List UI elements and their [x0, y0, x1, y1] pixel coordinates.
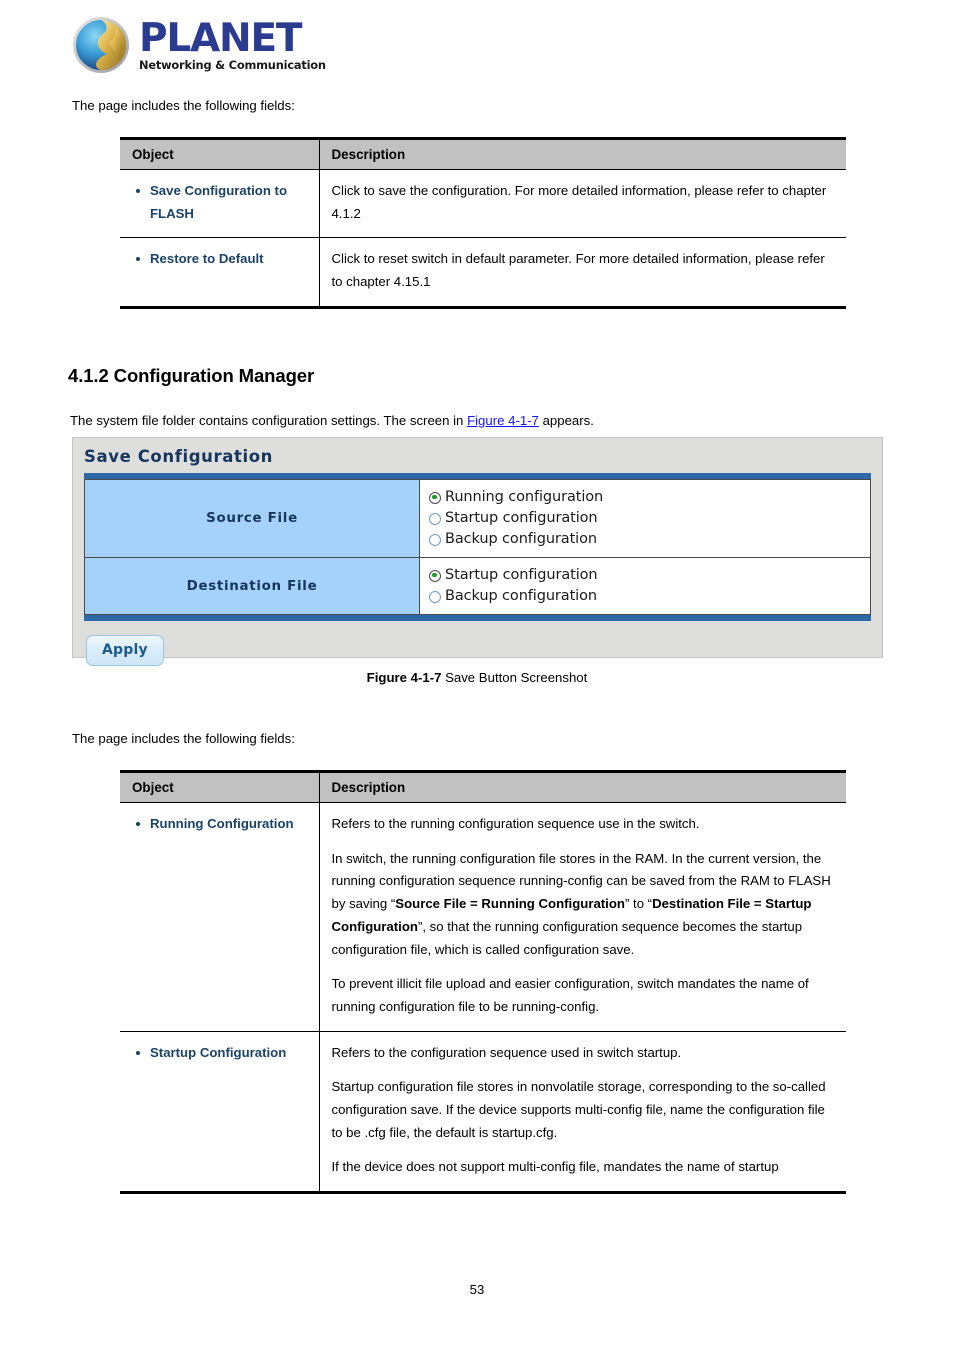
figure-caption-number: Figure 4-1-7: [366, 670, 442, 685]
description-paragraph: In switch, the running configuration fil…: [331, 850, 831, 957]
brand-logo: PLANET Networking & Communication: [72, 16, 326, 74]
description-cell: Refers to the running configuration sequ…: [319, 802, 846, 1032]
radio-icon[interactable]: [429, 512, 441, 525]
description-paragraph: To prevent illicit file upload and easie…: [331, 976, 809, 1014]
radio-icon-selected[interactable]: [429, 491, 441, 504]
object-cell: Running Configuration: [120, 802, 320, 1032]
intro-text-bottom: The page includes the following fields:: [72, 731, 295, 746]
radio-icon[interactable]: [429, 590, 441, 603]
description-cell: Refers to the configuration sequence use…: [319, 1031, 846, 1193]
config-row-destination-file: Destination File Startup configuration B…: [84, 557, 871, 616]
section-intro-after: appears.: [538, 413, 594, 428]
object-cell: Save Configuration to FLASH: [120, 169, 320, 239]
table-header-row: Object Description: [120, 771, 846, 803]
fields-table-bottom: Object Description Running Configuration…: [120, 770, 846, 1195]
object-label: Restore to Default: [134, 248, 307, 271]
source-file-label: Source File: [84, 478, 420, 559]
description-cell: Click to save the configuration. For mor…: [319, 169, 846, 239]
radio-label: Startup configuration: [445, 510, 598, 527]
column-header-object: Object: [120, 771, 320, 803]
brand-name: PLANET: [139, 15, 303, 61]
column-header-description: Description: [319, 771, 846, 803]
description-paragraph: Refers to the running configuration sequ…: [331, 816, 700, 831]
radio-option-running-configuration[interactable]: Running configuration: [429, 487, 870, 508]
radio-option-backup-configuration[interactable]: Backup configuration: [429, 586, 870, 607]
radio-label: Backup configuration: [445, 588, 597, 605]
destination-file-label: Destination File: [84, 557, 420, 616]
description-paragraph: Startup configuration file stores in non…: [331, 1079, 826, 1140]
radio-option-startup-configuration[interactable]: Startup configuration: [429, 508, 870, 529]
object-label: Startup Configuration: [134, 1042, 307, 1065]
radio-label: Startup configuration: [445, 567, 598, 584]
description-text: Click to reset switch in default paramet…: [331, 251, 825, 290]
apply-button[interactable]: Apply: [86, 635, 164, 667]
column-header-object: Object: [120, 138, 320, 170]
radio-option-startup-configuration[interactable]: Startup configuration: [429, 565, 870, 586]
rich-paragraphs: Refers to the running configuration sequ…: [332, 813, 835, 1019]
table-row: Running Configuration Refers to the runn…: [120, 802, 846, 1032]
section-intro-text: The system file folder contains configur…: [70, 411, 594, 430]
section-intro-before: The system file folder contains configur…: [70, 413, 468, 428]
object-cell: Restore to Default: [120, 237, 320, 308]
table-row: Startup Configuration Refers to the conf…: [120, 1031, 846, 1193]
section-heading: 4.1.2 Configuration Manager: [68, 365, 315, 386]
object-label: Running Configuration: [134, 813, 307, 836]
save-configuration-panel: Save Configuration Source File Running c…: [72, 437, 883, 667]
radio-option-backup-configuration[interactable]: Backup configuration: [429, 529, 870, 550]
radio-label: Backup configuration: [445, 531, 597, 548]
config-table: Source File Running configuration Startu…: [84, 478, 871, 616]
config-table-wrapper: Source File Running configuration Startu…: [84, 473, 871, 622]
rich-paragraphs: Refers to the configuration sequence use…: [332, 1042, 835, 1180]
figure-link[interactable]: Figure 4-1-7: [467, 413, 539, 428]
brand-tagline: Networking & Communication: [139, 58, 326, 73]
table-row: Save Configuration to FLASH Click to sav…: [120, 169, 846, 239]
object-cell: Startup Configuration: [120, 1031, 320, 1193]
panel-title: Save Configuration: [84, 447, 273, 466]
intro-text-top: The page includes the following fields:: [72, 98, 295, 113]
destination-file-options: Startup configuration Backup configurati…: [419, 557, 871, 616]
page-number: 53: [469, 1282, 485, 1297]
source-file-options: Running configuration Startup configurat…: [419, 478, 871, 559]
radio-label: Running configuration: [445, 489, 604, 505]
table-header-row: Object Description: [120, 138, 846, 170]
figure-caption: Figure 4-1-7 Save Button Screenshot: [0, 670, 954, 685]
description-cell: Click to reset switch in default paramet…: [319, 238, 846, 307]
radio-icon-selected[interactable]: [429, 569, 441, 582]
globe-icon: [73, 17, 129, 73]
figure-caption-text: Save Button Screenshot: [441, 670, 588, 685]
object-label: Save Configuration to FLASH: [134, 180, 307, 225]
config-row-source-file: Source File Running configuration Startu…: [84, 478, 871, 559]
table-row: Restore to Default Click to reset switch…: [120, 237, 846, 308]
description-text: Click to save the configuration. For mor…: [331, 183, 827, 221]
radio-icon[interactable]: [429, 533, 441, 546]
fields-table-top: Object Description Save Configuration to…: [120, 137, 846, 309]
description-paragraph: If the device does not support multi-con…: [331, 1159, 779, 1175]
description-paragraph: Refers to the configuration sequence use…: [331, 1044, 682, 1060]
column-header-description: Description: [319, 138, 846, 170]
